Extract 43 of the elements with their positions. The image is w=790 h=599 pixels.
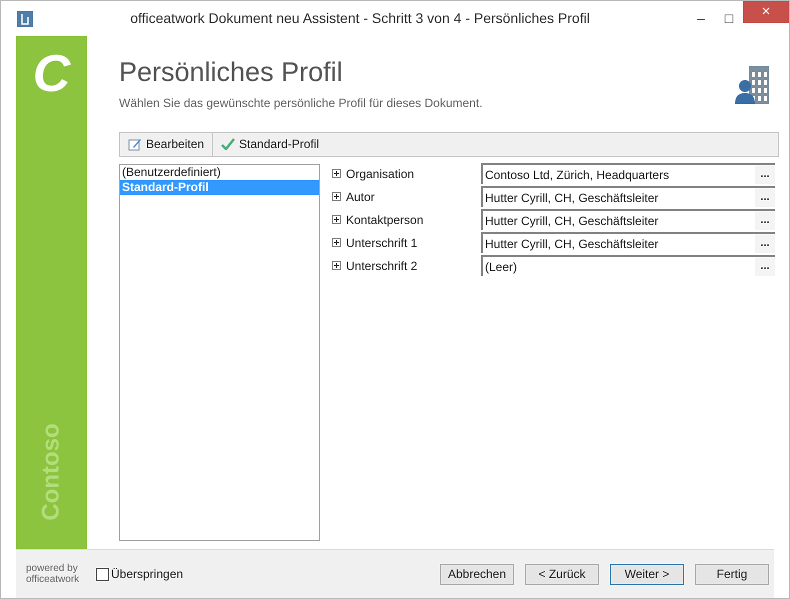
window-title: officeatwork Dokument neu Assistent - Schritt 3 von 4 - Persönliches Profil	[129, 9, 591, 28]
browse-button[interactable]: ...	[755, 232, 775, 254]
browse-button[interactable]: ...	[755, 186, 775, 208]
property-label: Unterschrift 1	[346, 234, 418, 252]
property-label: Unterschrift 2	[346, 258, 418, 275]
property-field[interactable]: Contoso Ltd, Zürich, Headquarters	[481, 163, 755, 184]
expand-icon[interactable]	[332, 169, 341, 178]
property-field[interactable]: Hutter Cyrill, CH, Geschäftsleiter	[481, 209, 755, 230]
property-field[interactable]: Hutter Cyrill, CH, Geschäftsleiter	[481, 232, 755, 254]
dialog-button[interactable]: < Zurück	[525, 564, 599, 584]
maximize-button[interactable]: □	[715, 8, 743, 29]
brand-name: Contoso	[36, 423, 66, 521]
dialog-button[interactable]: Abbrechen	[440, 564, 514, 584]
app-icon	[17, 10, 33, 26]
browse-button[interactable]: ...	[755, 209, 775, 230]
expand-icon[interactable]	[332, 238, 341, 248]
expand-icon[interactable]	[332, 215, 341, 224]
checkbox-label: Überspringen	[111, 566, 184, 583]
edit-icon	[128, 137, 142, 152]
page-subtitle: Wählen Sie das gewünschte persönliche Profil für dieses Dokument.	[119, 94, 483, 112]
check-icon	[221, 138, 236, 150]
profile-item[interactable]: (Benutzerdefiniert)	[120, 164, 319, 180]
property-label: Organisation	[346, 166, 416, 183]
toolbar-button[interactable]: Bearbeiten	[120, 132, 214, 156]
page-title: Persönliches Profil	[119, 56, 344, 89]
checkbox[interactable]	[96, 568, 109, 580]
property-label: Kontaktperson	[346, 212, 424, 229]
property-label: Autor	[346, 188, 376, 206]
browse-button[interactable]: ...	[755, 255, 775, 276]
minimize-button[interactable]: –	[687, 8, 715, 29]
browse-button[interactable]: ...	[755, 163, 775, 184]
logo: C	[32, 48, 70, 100]
dialog-button[interactable]: Weiter >	[610, 564, 684, 584]
close-button[interactable]: ×	[743, 1, 789, 23]
expand-icon[interactable]	[332, 261, 341, 270]
dialog-button[interactable]: Fertig	[695, 564, 769, 584]
building-person-icon	[735, 64, 771, 106]
powered-by-text: powered by	[26, 563, 79, 574]
property-field[interactable]: (Leer)	[481, 255, 755, 276]
toolbar-button[interactable]: Standard-Profil	[213, 132, 328, 156]
expand-icon[interactable]	[332, 192, 341, 202]
property-field[interactable]: Hutter Cyrill, CH, Geschäftsleiter	[481, 186, 755, 208]
vendor-name: officeatwork	[26, 574, 80, 585]
